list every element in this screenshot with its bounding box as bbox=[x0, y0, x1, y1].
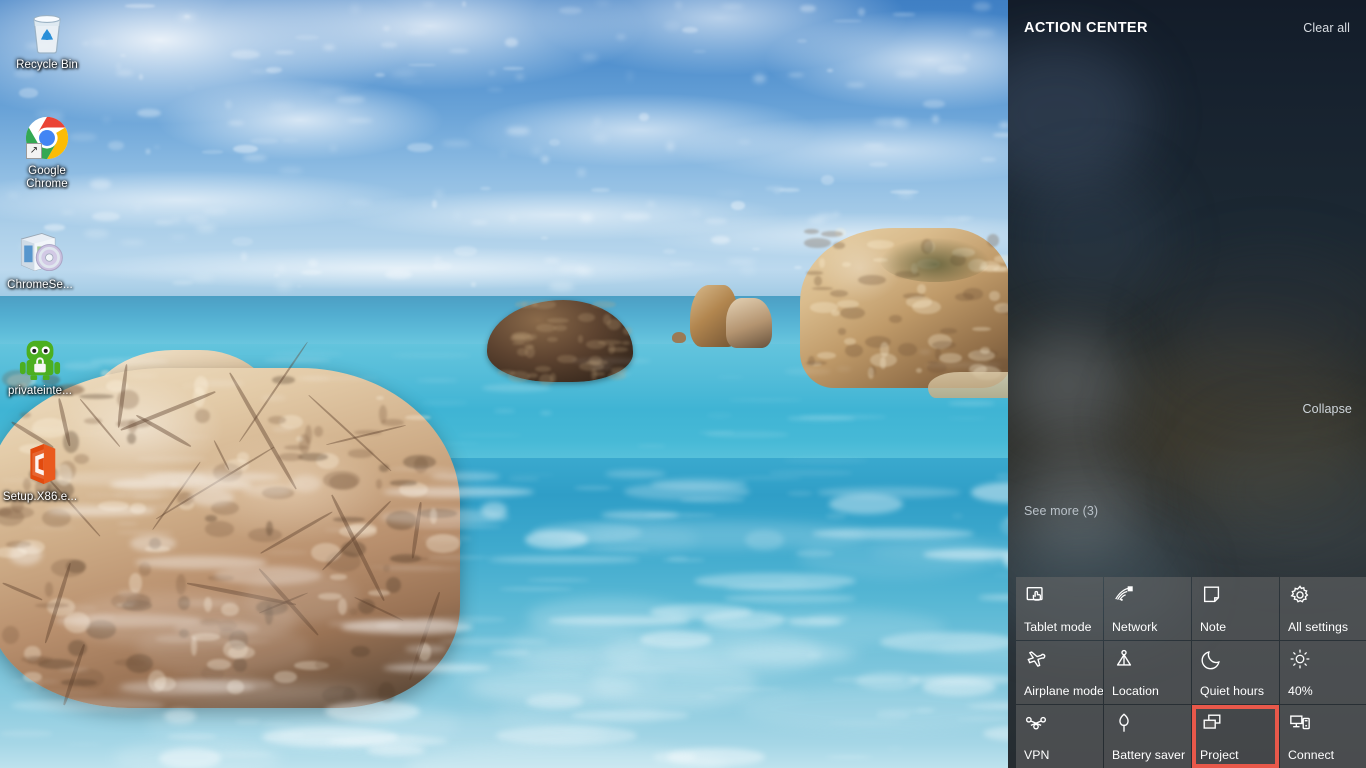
label-line-1: Google bbox=[28, 165, 66, 177]
airplane-icon bbox=[1025, 648, 1103, 674]
clear-all-button[interactable]: Clear all bbox=[1303, 21, 1350, 35]
quick-action-tile-airplane-mode[interactable]: Airplane mode bbox=[1016, 641, 1103, 704]
quick-action-tile-brightness[interactable]: 40% bbox=[1280, 641, 1366, 704]
connect-devices-icon bbox=[1289, 712, 1366, 738]
action-center-header: ACTION CENTER Clear all bbox=[1008, 0, 1366, 56]
quick-action-label: Tablet mode bbox=[1024, 620, 1092, 634]
wallpaper-shoreline bbox=[928, 372, 1008, 398]
desktop-icon-setup-x86[interactable]: Setup.X86.e... bbox=[2, 440, 78, 504]
shortcut-arrow-icon: ↗ bbox=[26, 143, 42, 159]
location-pin-icon bbox=[1113, 648, 1191, 674]
desktop-icon-private-internet-access[interactable]: privateinte... bbox=[2, 334, 78, 398]
quick-action-tile-connect[interactable]: Connect bbox=[1280, 705, 1366, 768]
project-screens-icon bbox=[1201, 712, 1279, 738]
wallpaper-rock-tiny bbox=[672, 332, 686, 343]
quick-action-tile-tablet-mode[interactable]: Tablet mode bbox=[1016, 577, 1103, 640]
desktop-icon-chrome-setup[interactable]: ChromeSe... bbox=[2, 228, 78, 292]
vpn-icon bbox=[1025, 712, 1103, 738]
quick-action-label: Network bbox=[1112, 620, 1158, 634]
quick-action-label: All settings bbox=[1288, 620, 1349, 634]
network-wifi-icon bbox=[1113, 584, 1191, 610]
gear-icon bbox=[1289, 584, 1366, 610]
quick-action-label: VPN bbox=[1024, 748, 1050, 762]
quick-action-tile-network[interactable]: Network bbox=[1104, 577, 1191, 640]
quick-action-tile-vpn[interactable]: VPN bbox=[1016, 705, 1103, 768]
desktop-wallpaper[interactable]: Recycle Bin ↗ Google Chrome ChromeSe... … bbox=[0, 0, 1008, 768]
desktop-icon-label: Setup.X86.e... bbox=[2, 491, 78, 503]
quick-action-tile-battery-saver[interactable]: Battery saver bbox=[1104, 705, 1191, 768]
brightness-sun-icon bbox=[1289, 648, 1366, 674]
wallpaper-rock-mid-b bbox=[726, 298, 772, 348]
label-line-2: Chrome bbox=[26, 178, 68, 190]
quick-action-tile-location[interactable]: Location bbox=[1104, 641, 1191, 704]
desktop-icon-label: Recycle Bin bbox=[16, 59, 78, 71]
quick-action-tile-note[interactable]: Note bbox=[1192, 577, 1279, 640]
quick-actions-grid: Tablet mode Network Note All settings Airpla… bbox=[1016, 577, 1366, 768]
note-icon bbox=[1201, 584, 1279, 610]
moon-icon bbox=[1201, 648, 1279, 674]
action-center-title: ACTION CENTER bbox=[1024, 20, 1148, 36]
cd-installer-icon bbox=[2, 228, 78, 276]
desktop-icon-label: privateinte... bbox=[7, 385, 73, 397]
quick-action-tile-quiet-hours[interactable]: Quiet hours bbox=[1192, 641, 1279, 704]
tablet-mode-icon bbox=[1025, 584, 1103, 610]
desktop-icon-recycle-bin[interactable]: Recycle Bin bbox=[9, 8, 85, 72]
quick-action-label: Quiet hours bbox=[1200, 684, 1265, 698]
quick-action-label: Project bbox=[1200, 748, 1239, 762]
desktop-icon-label: Google Chrome bbox=[9, 165, 85, 191]
quick-action-label: 40% bbox=[1288, 684, 1313, 698]
desktop-icon-label: ChromeSe... bbox=[7, 279, 73, 291]
wallpaper-rock-moss bbox=[880, 238, 990, 282]
desktop-icon-google-chrome[interactable]: ↗ Google Chrome bbox=[9, 114, 85, 191]
quick-action-label: Airplane mode bbox=[1024, 684, 1103, 698]
pia-robot-icon bbox=[2, 334, 78, 382]
see-more-button[interactable]: See more (3) bbox=[1024, 504, 1098, 518]
leaf-icon bbox=[1113, 712, 1191, 738]
quick-action-tile-project[interactable]: Project bbox=[1192, 705, 1279, 768]
quick-action-label: Location bbox=[1112, 684, 1159, 698]
quick-action-tile-all-settings[interactable]: All settings bbox=[1280, 577, 1366, 640]
quick-action-label: Connect bbox=[1288, 748, 1335, 762]
quick-action-label: Note bbox=[1200, 620, 1227, 634]
recycle-bin-icon bbox=[9, 8, 85, 56]
office-icon bbox=[2, 440, 78, 488]
action-center-panel[interactable]: ACTION CENTER Clear all Collapse See mor… bbox=[1008, 0, 1366, 768]
quick-action-label: Battery saver bbox=[1112, 748, 1186, 762]
collapse-button[interactable]: Collapse bbox=[1303, 402, 1352, 416]
chrome-icon: ↗ bbox=[9, 114, 85, 162]
